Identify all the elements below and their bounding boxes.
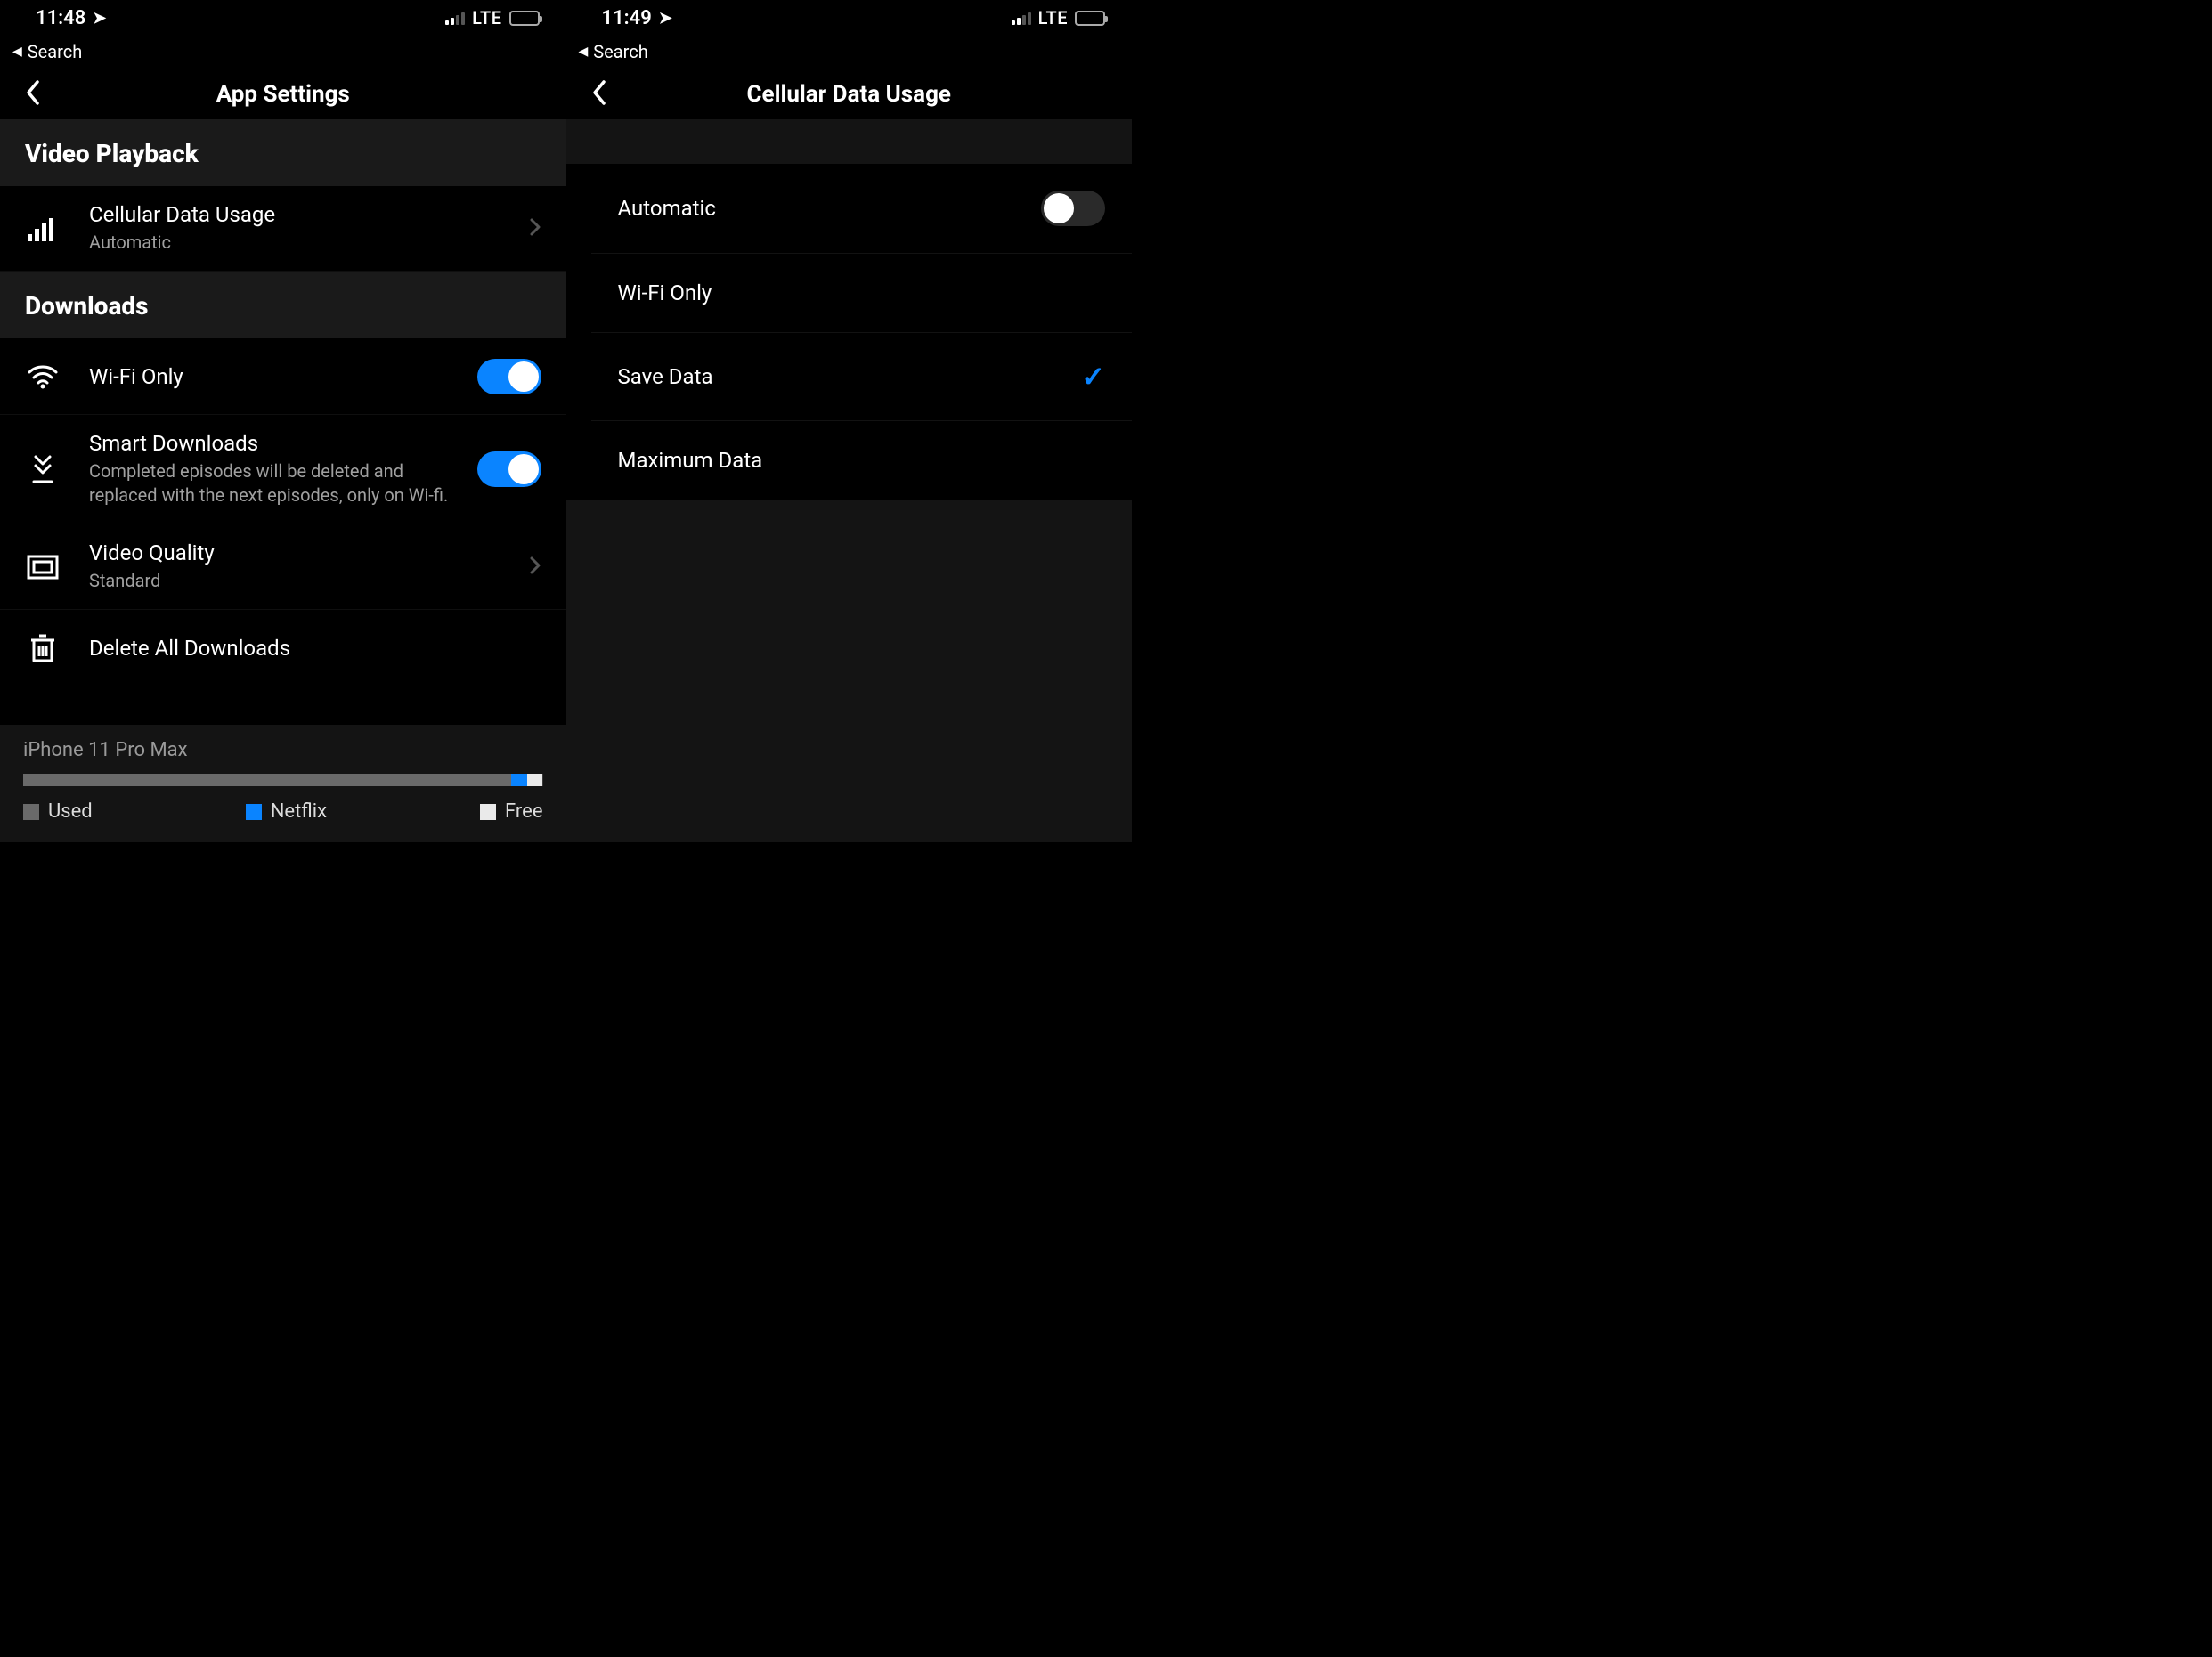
back-button[interactable] — [25, 79, 41, 110]
network-label: LTE — [472, 7, 501, 28]
chevron-right-icon — [529, 556, 541, 579]
row-cellular-data-usage[interactable]: Cellular Data Usage Automatic — [0, 186, 566, 272]
section-spacer — [566, 119, 1133, 164]
option-label: Maximum Data — [618, 448, 763, 473]
location-arrow-icon: ➤ — [659, 9, 672, 28]
legend-label: Netflix — [271, 800, 327, 823]
row-video-quality[interactable]: Video Quality Standard — [0, 524, 566, 610]
option-maximum-data[interactable]: Maximum Data — [591, 421, 1133, 500]
status-bar: 11:48 ➤ LTE — [0, 0, 566, 36]
storage-bar — [23, 774, 543, 786]
cellular-bars-icon — [25, 216, 61, 241]
swatch-used — [23, 804, 39, 820]
breadcrumb[interactable]: ◀ Search — [0, 36, 566, 69]
section-header-downloads: Downloads — [0, 272, 566, 338]
option-label: Wi-Fi Only — [618, 280, 712, 305]
status-bar: 11:49 ➤ LTE — [566, 0, 1133, 36]
breadcrumb[interactable]: ◀ Search — [566, 36, 1133, 69]
back-triangle-icon: ◀ — [579, 45, 589, 59]
toggle-smart-downloads[interactable] — [477, 451, 541, 487]
wifi-icon — [25, 364, 61, 389]
storage-segment-netflix — [511, 774, 527, 786]
chevron-right-icon — [529, 217, 541, 240]
network-label: LTE — [1038, 7, 1068, 28]
row-title: Delete All Downloads — [89, 636, 541, 661]
row-title: Wi-Fi Only — [89, 364, 449, 389]
storage-segment-free — [527, 774, 543, 786]
battery-icon — [509, 11, 540, 26]
video-quality-icon — [25, 555, 61, 580]
row-title: Cellular Data Usage — [89, 202, 500, 227]
battery-icon — [1075, 11, 1105, 26]
legend-label: Used — [48, 800, 93, 823]
back-button[interactable] — [591, 79, 607, 110]
breadcrumb-label: Search — [593, 41, 647, 62]
signal-icon — [1012, 11, 1031, 25]
row-subtitle: Automatic — [89, 231, 500, 255]
page-title: Cellular Data Usage — [747, 81, 951, 108]
legend-used: Used — [23, 800, 93, 823]
section-header-video-playback: Video Playback — [0, 119, 566, 186]
row-smart-downloads[interactable]: Smart Downloads Completed episodes will … — [0, 415, 566, 524]
breadcrumb-label: Search — [28, 41, 82, 62]
row-title: Smart Downloads — [89, 431, 449, 456]
back-triangle-icon: ◀ — [12, 45, 22, 59]
location-arrow-icon: ➤ — [93, 9, 106, 28]
storage-legend: Used Netflix Free — [23, 800, 543, 823]
checkmark-icon: ✓ — [1081, 360, 1105, 394]
swatch-free — [480, 804, 496, 820]
storage-segment-used — [23, 774, 511, 786]
legend-free: Free — [480, 800, 542, 823]
toggle-automatic[interactable] — [1041, 191, 1105, 226]
option-label: Automatic — [618, 196, 716, 221]
toggle-wifi-only[interactable] — [477, 359, 541, 394]
smart-downloads-icon — [25, 453, 61, 485]
legend-label: Free — [505, 800, 542, 823]
row-title: Video Quality — [89, 540, 500, 565]
page-title: App Settings — [216, 81, 350, 108]
option-label: Save Data — [618, 364, 713, 389]
empty-area — [566, 500, 1133, 842]
row-subtitle: Standard — [89, 569, 500, 593]
trash-icon — [25, 633, 61, 663]
option-save-data[interactable]: Save Data ✓ — [591, 333, 1133, 421]
chevron-left-icon — [591, 79, 607, 106]
row-subtitle: Completed episodes will be deleted and r… — [89, 459, 449, 508]
navbar: Cellular Data Usage — [566, 69, 1133, 119]
option-automatic[interactable]: Automatic — [591, 164, 1133, 254]
row-wifi-only[interactable]: Wi-Fi Only — [0, 338, 566, 415]
chevron-left-icon — [25, 79, 41, 106]
device-label: iPhone 11 Pro Max — [23, 739, 543, 761]
navbar: App Settings — [0, 69, 566, 119]
row-delete-all-downloads[interactable]: Delete All Downloads — [0, 610, 566, 686]
legend-netflix: Netflix — [246, 800, 327, 823]
phone-app-settings: 11:48 ➤ LTE ◀ Search App Settings Video … — [0, 0, 566, 842]
option-wifi-only[interactable]: Wi-Fi Only — [591, 254, 1133, 333]
status-time: 11:48 — [36, 7, 85, 29]
swatch-netflix — [246, 804, 262, 820]
signal-icon — [445, 11, 465, 25]
storage-panel: iPhone 11 Pro Max Used Netflix Free — [0, 725, 566, 842]
status-time: 11:49 — [602, 7, 652, 29]
phone-cellular-data-usage: 11:49 ➤ LTE ◀ Search Cellular Data Usage… — [566, 0, 1133, 842]
